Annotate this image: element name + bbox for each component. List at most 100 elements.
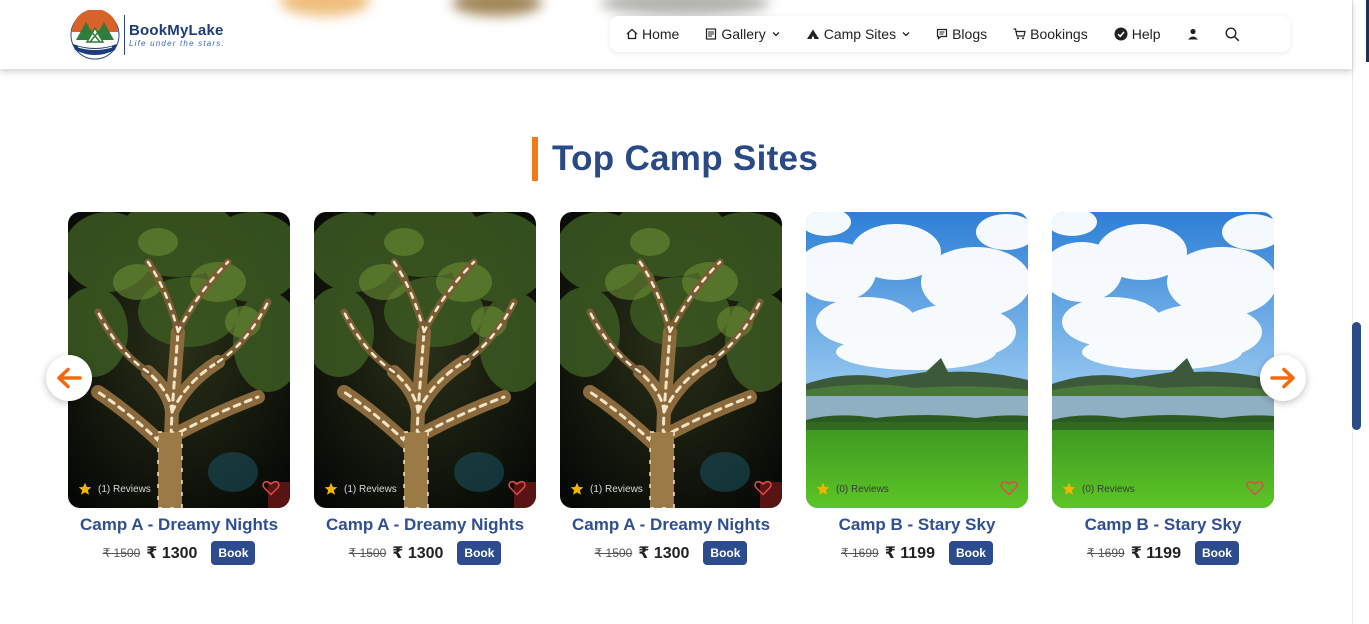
original-price: ₹ 1500	[102, 546, 141, 560]
nav-home[interactable]: Home	[626, 26, 679, 42]
camp-name[interactable]: Camp B - Stary Sky	[806, 515, 1028, 535]
camp-card-image[interactable]: (0) Reviews	[806, 212, 1028, 508]
chevron-down-icon	[902, 32, 910, 37]
camp-card-image[interactable]: (0) Reviews	[1052, 212, 1274, 508]
heading-accent-bar	[532, 137, 538, 181]
heart-icon[interactable]	[508, 480, 526, 496]
price-row: ₹ 1500 ₹ 1300 Book	[314, 541, 536, 565]
reviews-count: (0) Reviews	[1082, 483, 1135, 495]
search-button[interactable]	[1224, 26, 1240, 42]
original-price: ₹ 1500	[594, 546, 633, 560]
camp-photo	[68, 212, 290, 508]
star-icon	[324, 482, 338, 495]
camp-card-image[interactable]: (1) Reviews	[68, 212, 290, 508]
original-price: ₹ 1699	[841, 546, 879, 560]
original-price: ₹ 1500	[348, 546, 387, 560]
camp-card-image[interactable]: (1) Reviews	[314, 212, 536, 508]
discounted-price: ₹ 1300	[392, 545, 444, 562]
camp-name[interactable]: Camp A - Dreamy Nights	[560, 515, 782, 535]
arrow-right-icon	[1270, 367, 1295, 389]
star-icon	[78, 482, 92, 495]
star-icon	[1062, 482, 1076, 495]
tent-icon	[806, 29, 819, 39]
reviews-count: (1) Reviews	[590, 483, 643, 495]
book-button[interactable]: Book	[948, 541, 993, 565]
help-icon	[1114, 27, 1128, 41]
chevron-down-icon	[772, 32, 780, 37]
camp-card-image[interactable]: (1) Reviews	[560, 212, 782, 508]
header-bg-blur	[280, 0, 370, 16]
home-icon	[626, 28, 638, 40]
reviews-count: (1) Reviews	[98, 483, 151, 495]
nav-help[interactable]: Help	[1114, 26, 1161, 42]
camp-card[interactable]: (1) Reviews Camp A - Dreamy Nights ₹ 150…	[560, 212, 782, 565]
reviews-count: (0) Reviews	[836, 483, 889, 495]
nav-camp-sites[interactable]: Camp Sites	[806, 26, 910, 42]
nav-camp-sites-label: Camp Sites	[823, 26, 897, 42]
price-row: ₹ 1699 ₹ 1199 Book	[806, 541, 1028, 565]
camp-card[interactable]: (0) Reviews Camp B - Stary Sky ₹ 1699 ₹ …	[806, 212, 1028, 565]
nav-blogs[interactable]: Blogs	[936, 26, 987, 42]
discounted-price: ₹ 1199	[1130, 545, 1181, 562]
heart-icon[interactable]	[1000, 480, 1018, 496]
cart-icon	[1013, 28, 1026, 40]
star-icon	[816, 482, 830, 495]
page-scrollbar[interactable]	[1352, 0, 1369, 624]
discounted-price: ₹ 1300	[146, 545, 198, 562]
heart-icon[interactable]	[262, 480, 280, 496]
reviews-badge: (1) Reviews	[78, 482, 151, 496]
camp-name[interactable]: Camp A - Dreamy Nights	[68, 515, 290, 535]
book-button[interactable]: Book	[457, 541, 502, 565]
gallery-icon	[706, 28, 717, 40]
nav-bookings-label: Bookings	[1030, 26, 1088, 42]
star-icon	[570, 482, 584, 495]
camp-card[interactable]: (0) Reviews Camp B - Stary Sky ₹ 1699 ₹ …	[1052, 212, 1274, 565]
section-heading: Top Camp Sites	[532, 137, 818, 181]
carousel-prev-button[interactable]	[46, 355, 92, 401]
nav-help-label: Help	[1131, 26, 1161, 42]
brand-logo-link[interactable]: BookMyLake Life under the stars.	[70, 10, 225, 60]
section-title: Top Camp Sites	[552, 139, 819, 178]
logo-text: BookMyLake Life under the stars.	[124, 15, 225, 55]
camp-photo	[560, 212, 782, 508]
brand-tagline: Life under the stars.	[129, 39, 225, 48]
discounted-price: ₹ 1300	[638, 545, 690, 562]
nav-gallery-label: Gallery	[721, 26, 766, 42]
heart-icon[interactable]	[1246, 480, 1264, 496]
header-bg-blur	[600, 0, 770, 16]
original-price: ₹ 1699	[1087, 546, 1125, 560]
camp-card[interactable]: (1) Reviews Camp A - Dreamy Nights ₹ 150…	[68, 212, 290, 565]
nav-gallery[interactable]: Gallery	[705, 26, 780, 42]
scrollbar-thumb[interactable]	[1352, 322, 1361, 430]
camp-card[interactable]: (1) Reviews Camp A - Dreamy Nights ₹ 150…	[314, 212, 536, 565]
main-nav: Home Gallery Camp Sites Blogs Bookings H…	[610, 16, 1290, 52]
nav-bookings[interactable]: Bookings	[1013, 26, 1088, 42]
price-row: ₹ 1699 ₹ 1199 Book	[1052, 541, 1274, 565]
book-button[interactable]: Book	[211, 541, 256, 565]
camp-name[interactable]: Camp B - Stary Sky	[1052, 515, 1274, 535]
logo-icon	[70, 10, 120, 60]
camp-name[interactable]: Camp A - Dreamy Nights	[314, 515, 536, 535]
book-button[interactable]: Book	[703, 541, 748, 565]
heart-icon[interactable]	[754, 480, 772, 496]
user-icon	[1187, 28, 1198, 40]
nav-home-label: Home	[642, 26, 680, 42]
reviews-count: (1) Reviews	[344, 483, 397, 495]
blog-icon	[936, 28, 948, 40]
camp-photo	[314, 212, 536, 508]
book-button[interactable]: Book	[1194, 541, 1239, 565]
reviews-badge: (1) Reviews	[324, 482, 397, 496]
site-header: BookMyLake Life under the stars. Home Ga…	[0, 0, 1352, 69]
nav-blogs-label: Blogs	[952, 26, 988, 42]
camp-photo	[806, 212, 1028, 508]
search-icon	[1224, 26, 1239, 41]
reviews-badge: (0) Reviews	[816, 482, 889, 496]
header-bg-blur	[452, 0, 542, 16]
brand-name: BookMyLake	[129, 22, 224, 39]
camp-photo	[1052, 212, 1274, 508]
price-row: ₹ 1500 ₹ 1300 Book	[560, 541, 782, 565]
carousel-next-button[interactable]	[1260, 355, 1306, 401]
arrow-left-icon	[57, 367, 82, 389]
account-button[interactable]	[1187, 28, 1199, 40]
reviews-badge: (0) Reviews	[1062, 482, 1135, 496]
